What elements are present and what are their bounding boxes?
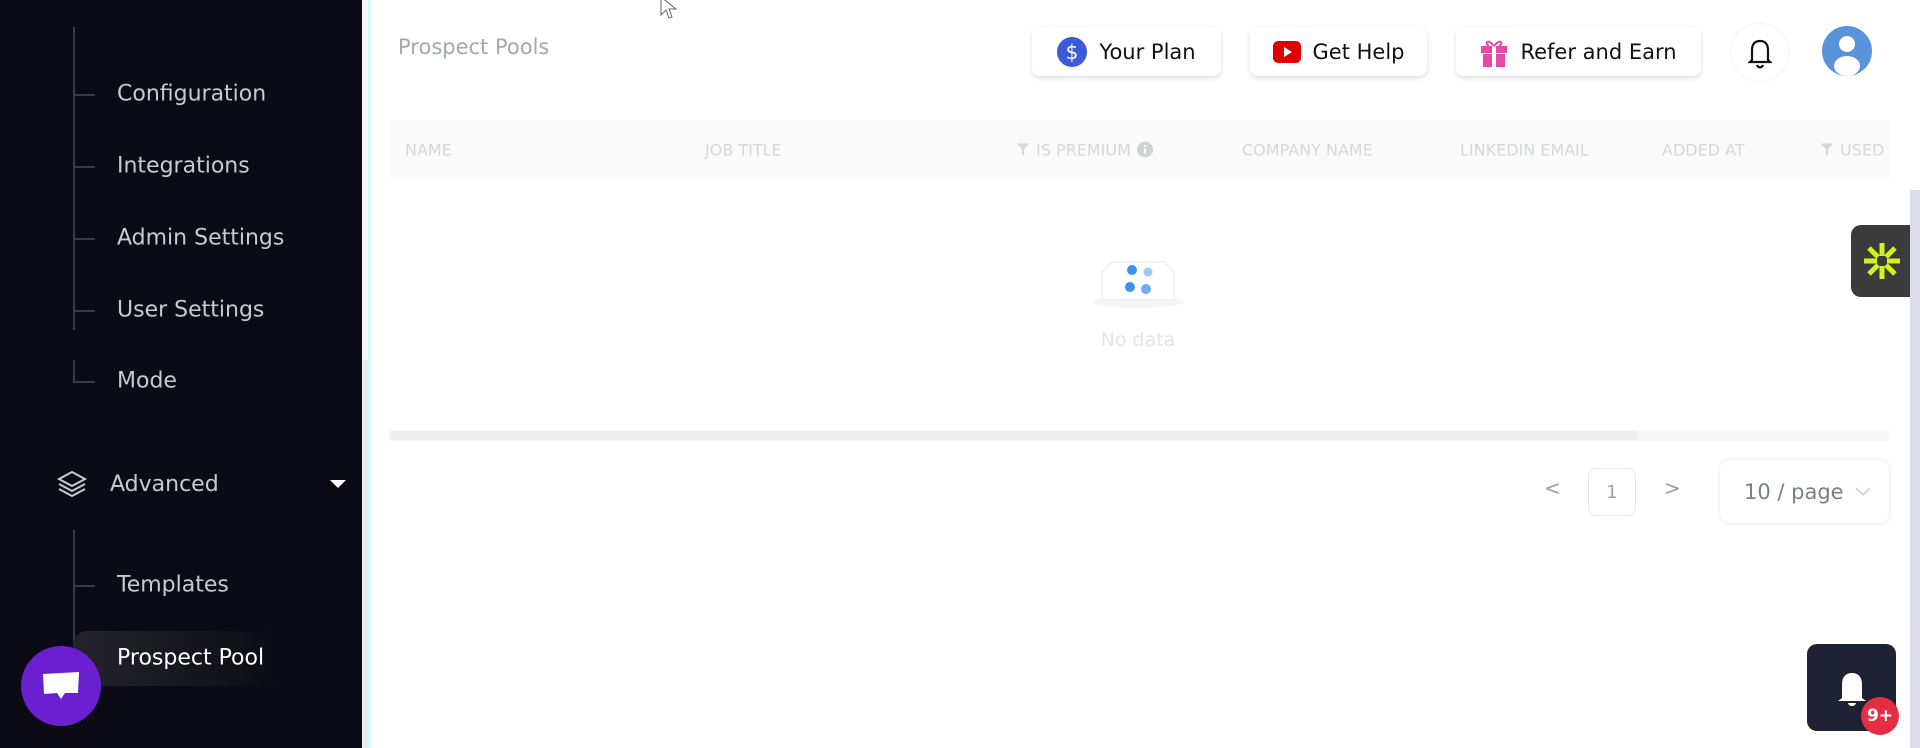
chat-icon	[43, 672, 79, 699]
refer-and-earn-button[interactable]: Refer and Earn	[1456, 27, 1701, 76]
svg-text:$: $	[1066, 40, 1079, 64]
column-company-name[interactable]: COMPANY NAME	[1242, 140, 1373, 159]
sidebar-item-integrations[interactable]: Integrations	[117, 154, 250, 179]
your-plan-button[interactable]: $ Your Plan	[1032, 27, 1221, 76]
column-added-at[interactable]: ADDED AT	[1662, 140, 1745, 159]
get-help-button[interactable]: Get Help	[1250, 27, 1427, 76]
sidebar-item-user-settings[interactable]: User Settings	[117, 298, 264, 323]
filter-icon[interactable]	[1016, 143, 1030, 157]
refer-label: Refer and Earn	[1520, 39, 1677, 64]
notification-count-badge: 9+	[1861, 697, 1899, 735]
get-help-label: Get Help	[1312, 39, 1405, 64]
main-edge	[368, 0, 374, 748]
youtube-icon	[1272, 40, 1301, 63]
sidebar-item-templates[interactable]: Templates	[117, 573, 229, 598]
page-title: Prospect Pools	[398, 35, 550, 59]
sidebar-item-prospect-pool[interactable]: Prospect Pool	[117, 646, 264, 671]
caret-down-icon[interactable]	[330, 480, 346, 488]
empty-text: No data	[1100, 329, 1176, 351]
filter-icon[interactable]	[1820, 143, 1834, 157]
your-plan-label: Your Plan	[1099, 39, 1196, 64]
dollar-icon: $	[1057, 36, 1088, 67]
page-1-button[interactable]: 1	[1588, 468, 1636, 516]
bell-icon	[1746, 39, 1773, 68]
page-size-value: 10 / page	[1744, 479, 1844, 504]
next-page-button[interactable]: >	[1664, 476, 1681, 500]
empty-box-icon	[1092, 261, 1184, 308]
sidebar-section-advanced[interactable]: Advanced	[56, 469, 346, 499]
user-avatar[interactable]	[1822, 26, 1872, 76]
page-scrollbar[interactable]	[1910, 0, 1920, 748]
column-job-title[interactable]: JOB TITLE	[705, 140, 782, 159]
asterisk-icon	[1864, 243, 1900, 279]
tree-branch	[73, 238, 95, 240]
tree-branch	[73, 310, 95, 312]
bell-icon	[1837, 672, 1866, 706]
tree-branch	[73, 585, 95, 587]
gift-icon	[1481, 40, 1508, 67]
table-header: NAME JOB TITLE IS PREMIUM COMPANY NAME L…	[389, 120, 1889, 179]
assistant-widget-button[interactable]	[1851, 225, 1913, 297]
prev-page-button[interactable]: <	[1544, 476, 1561, 500]
sidebar: Configuration Integrations Admin Setting…	[0, 0, 362, 748]
column-used[interactable]: USED	[1820, 140, 1884, 159]
advanced-label: Advanced	[110, 471, 219, 497]
page-size-select[interactable]: 10 / page	[1720, 460, 1889, 523]
layers-icon	[56, 470, 88, 498]
column-is-premium[interactable]: IS PREMIUM	[1016, 140, 1153, 159]
sidebar-item-configuration[interactable]: Configuration	[117, 82, 266, 107]
chevron-down-icon	[1855, 486, 1871, 496]
tree-branch	[73, 166, 95, 168]
user-icon	[1834, 36, 1860, 76]
tree-line	[73, 27, 75, 330]
sidebar-item-admin-settings[interactable]: Admin Settings	[117, 226, 284, 251]
column-linkedin-email[interactable]: LINKEDIN EMAIL	[1460, 140, 1589, 159]
sidebar-item-mode[interactable]: Mode	[117, 369, 177, 394]
mouse-cursor-icon	[660, 0, 678, 19]
info-icon[interactable]	[1136, 141, 1153, 158]
tree-branch	[73, 94, 95, 96]
notifications-button[interactable]	[1731, 24, 1788, 81]
tree-line	[73, 530, 75, 650]
tree-line	[73, 360, 75, 382]
table-horizontal-scrollbar[interactable]	[389, 430, 1889, 441]
column-name[interactable]: NAME	[405, 140, 452, 159]
chat-launcher-button[interactable]	[21, 646, 101, 726]
tree-branch	[73, 381, 95, 383]
